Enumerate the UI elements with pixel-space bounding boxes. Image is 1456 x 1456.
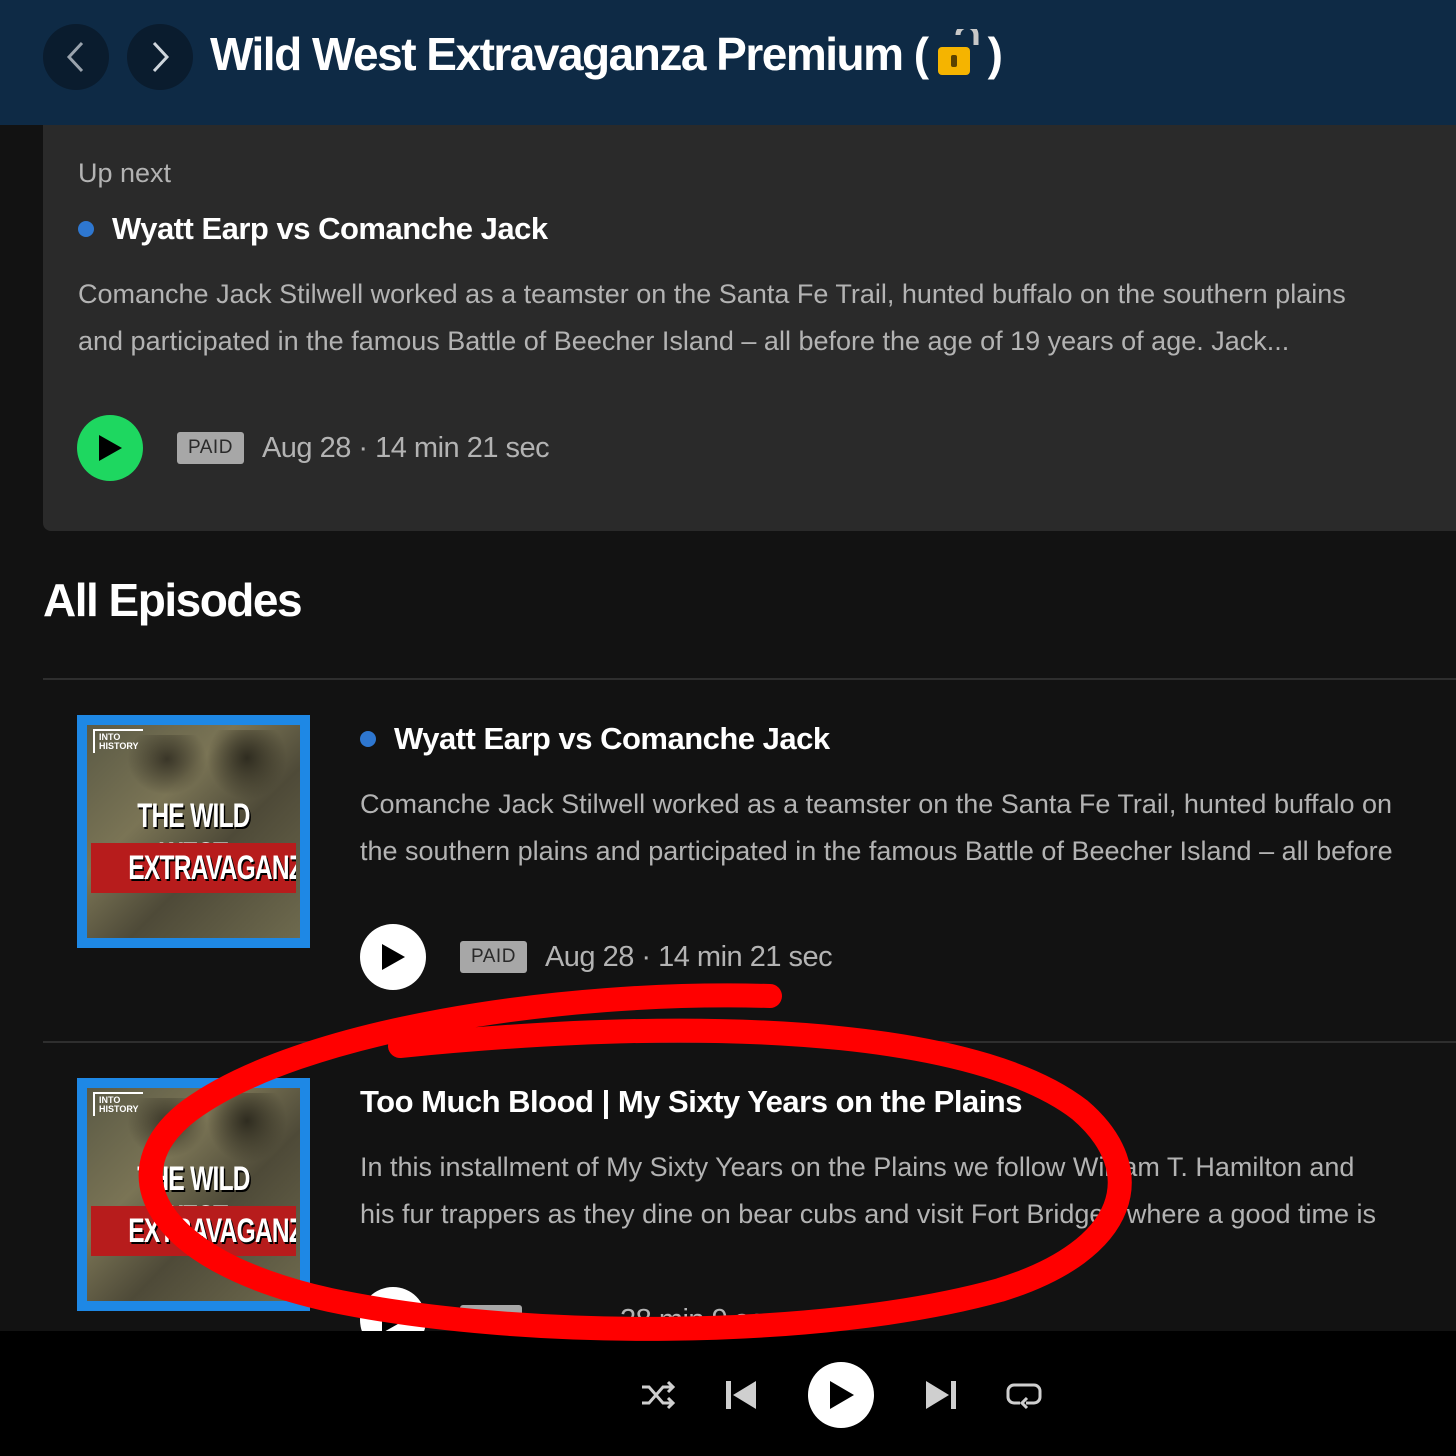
new-episode-dot — [360, 731, 376, 747]
cover-brand-line2: HISTORY — [99, 1104, 139, 1114]
episode-date-duration: Aug 28 · 14 min 21 sec — [261, 431, 550, 464]
up-next-description: Comanche Jack Stilwell worked as a teams… — [78, 271, 1346, 365]
up-next-card[interactable]: Up next Wyatt Earp vs Comanche Jack Coma… — [43, 125, 1456, 531]
forward-button[interactable] — [127, 24, 193, 90]
page-title-suffix: ) — [987, 28, 1003, 80]
top-bar: Wild West Extravaganza Premium ( ) — [0, 0, 1456, 125]
up-next-label: Up next — [78, 158, 172, 188]
chevron-left-icon — [66, 41, 84, 73]
playback-bar — [0, 1331, 1456, 1456]
up-next-episode-title[interactable]: Wyatt Earp vs Comanche Jack — [112, 211, 548, 247]
episode-play-button[interactable] — [360, 1287, 426, 1331]
up-next-title-row[interactable]: Wyatt Earp vs Comanche Jack — [78, 211, 548, 247]
episode-description-line2: the southern plains and participated in … — [360, 836, 1393, 866]
episode-description-line1: In this installment of My Sixty Years on… — [360, 1152, 1355, 1182]
main-play-button[interactable] — [808, 1362, 874, 1428]
chevron-right-icon — [152, 41, 170, 73]
next-button[interactable] — [924, 1379, 958, 1411]
cover-brand-logo: INTO HISTORY — [93, 1092, 143, 1116]
back-button[interactable] — [43, 24, 109, 90]
repeat-button[interactable] — [1006, 1379, 1042, 1411]
cover-title-line2-band: EXTRAVAGANZA — [91, 1206, 296, 1256]
episode-play-button[interactable] — [360, 924, 426, 990]
new-episode-dot — [78, 221, 94, 237]
cover-brand-line2: HISTORY — [99, 741, 139, 751]
play-icon — [830, 1381, 854, 1409]
page-title: Wild West Extravaganza Premium ( ) — [210, 24, 1003, 84]
divider — [43, 678, 1456, 680]
cover-art: INTO HISTORY THE WILD WEST EXTRAVAGANZA — [87, 1088, 300, 1301]
next-icon — [926, 1381, 956, 1409]
episode-meta: PAID Aug 28 · 14 min 21 sec — [360, 924, 833, 990]
episode-description: In this installment of My Sixty Years on… — [360, 1144, 1376, 1238]
episode-title-row[interactable]: Wyatt Earp vs Comanche Jack — [360, 721, 830, 757]
play-icon — [382, 1307, 405, 1331]
paid-badge — [460, 1305, 522, 1331]
episode-title[interactable]: Wyatt Earp vs Comanche Jack — [394, 721, 830, 757]
episode-date-duration: Aug 28 · 14 min 21 sec — [544, 940, 833, 973]
episode-description-line1: Comanche Jack Stilwell worked as a teams… — [360, 789, 1393, 819]
cover-art: INTO HISTORY THE WILD WEST EXTRAVAGANZA — [87, 725, 300, 938]
up-next-meta: PAID Aug 28 · 14 min 21 sec — [77, 415, 550, 481]
play-icon — [99, 435, 122, 461]
shuffle-button[interactable] — [640, 1379, 676, 1411]
cover-title-line2: EXTRAVAGANZA — [128, 1212, 296, 1250]
all-episodes-heading: All Episodes — [43, 574, 303, 626]
shuffle-icon — [642, 1380, 676, 1410]
episode-description-line2: his fur trappers as they dine on bear cu… — [360, 1199, 1377, 1229]
page-title-text: Wild West Extravaganza Premium ( — [210, 28, 929, 80]
episode-list-panel[interactable]: Up next Wyatt Earp vs Comanche Jack Coma… — [0, 125, 1456, 1331]
repeat-icon — [1006, 1383, 1042, 1410]
up-next-description-line1: Comanche Jack Stilwell worked as a teams… — [78, 279, 1346, 309]
episode-title[interactable]: Too Much Blood | My Sixty Years on the P… — [360, 1084, 1022, 1120]
unlocked-lock-icon — [937, 29, 979, 75]
divider — [43, 1041, 1456, 1043]
up-next-description-line2: and participated in the famous Battle of… — [78, 326, 1290, 356]
paid-badge: PAID — [177, 432, 244, 464]
cover-title-line2-band: EXTRAVAGANZA — [91, 843, 296, 893]
cover-figure — [207, 1093, 287, 1163]
cover-figure — [207, 730, 287, 800]
episode-meta: 28 min 9 sec — [360, 1287, 779, 1332]
episode-duration: 28 min 9 sec — [620, 1303, 779, 1332]
previous-button[interactable] — [724, 1379, 758, 1411]
episode-cover-image[interactable]: INTO HISTORY THE WILD WEST EXTRAVAGANZA — [77, 715, 310, 948]
cover-title-line2: EXTRAVAGANZA — [128, 849, 296, 887]
play-icon — [382, 944, 405, 970]
episode-title-row[interactable]: Too Much Blood | My Sixty Years on the P… — [360, 1084, 1022, 1120]
paid-badge: PAID — [460, 941, 527, 973]
previous-icon — [726, 1381, 756, 1409]
episode-description: Comanche Jack Stilwell worked as a teams… — [360, 781, 1393, 875]
up-next-play-button[interactable] — [77, 415, 143, 481]
cover-brand-logo: INTO HISTORY — [93, 729, 143, 753]
episode-cover-image[interactable]: INTO HISTORY THE WILD WEST EXTRAVAGANZA — [77, 1078, 310, 1311]
